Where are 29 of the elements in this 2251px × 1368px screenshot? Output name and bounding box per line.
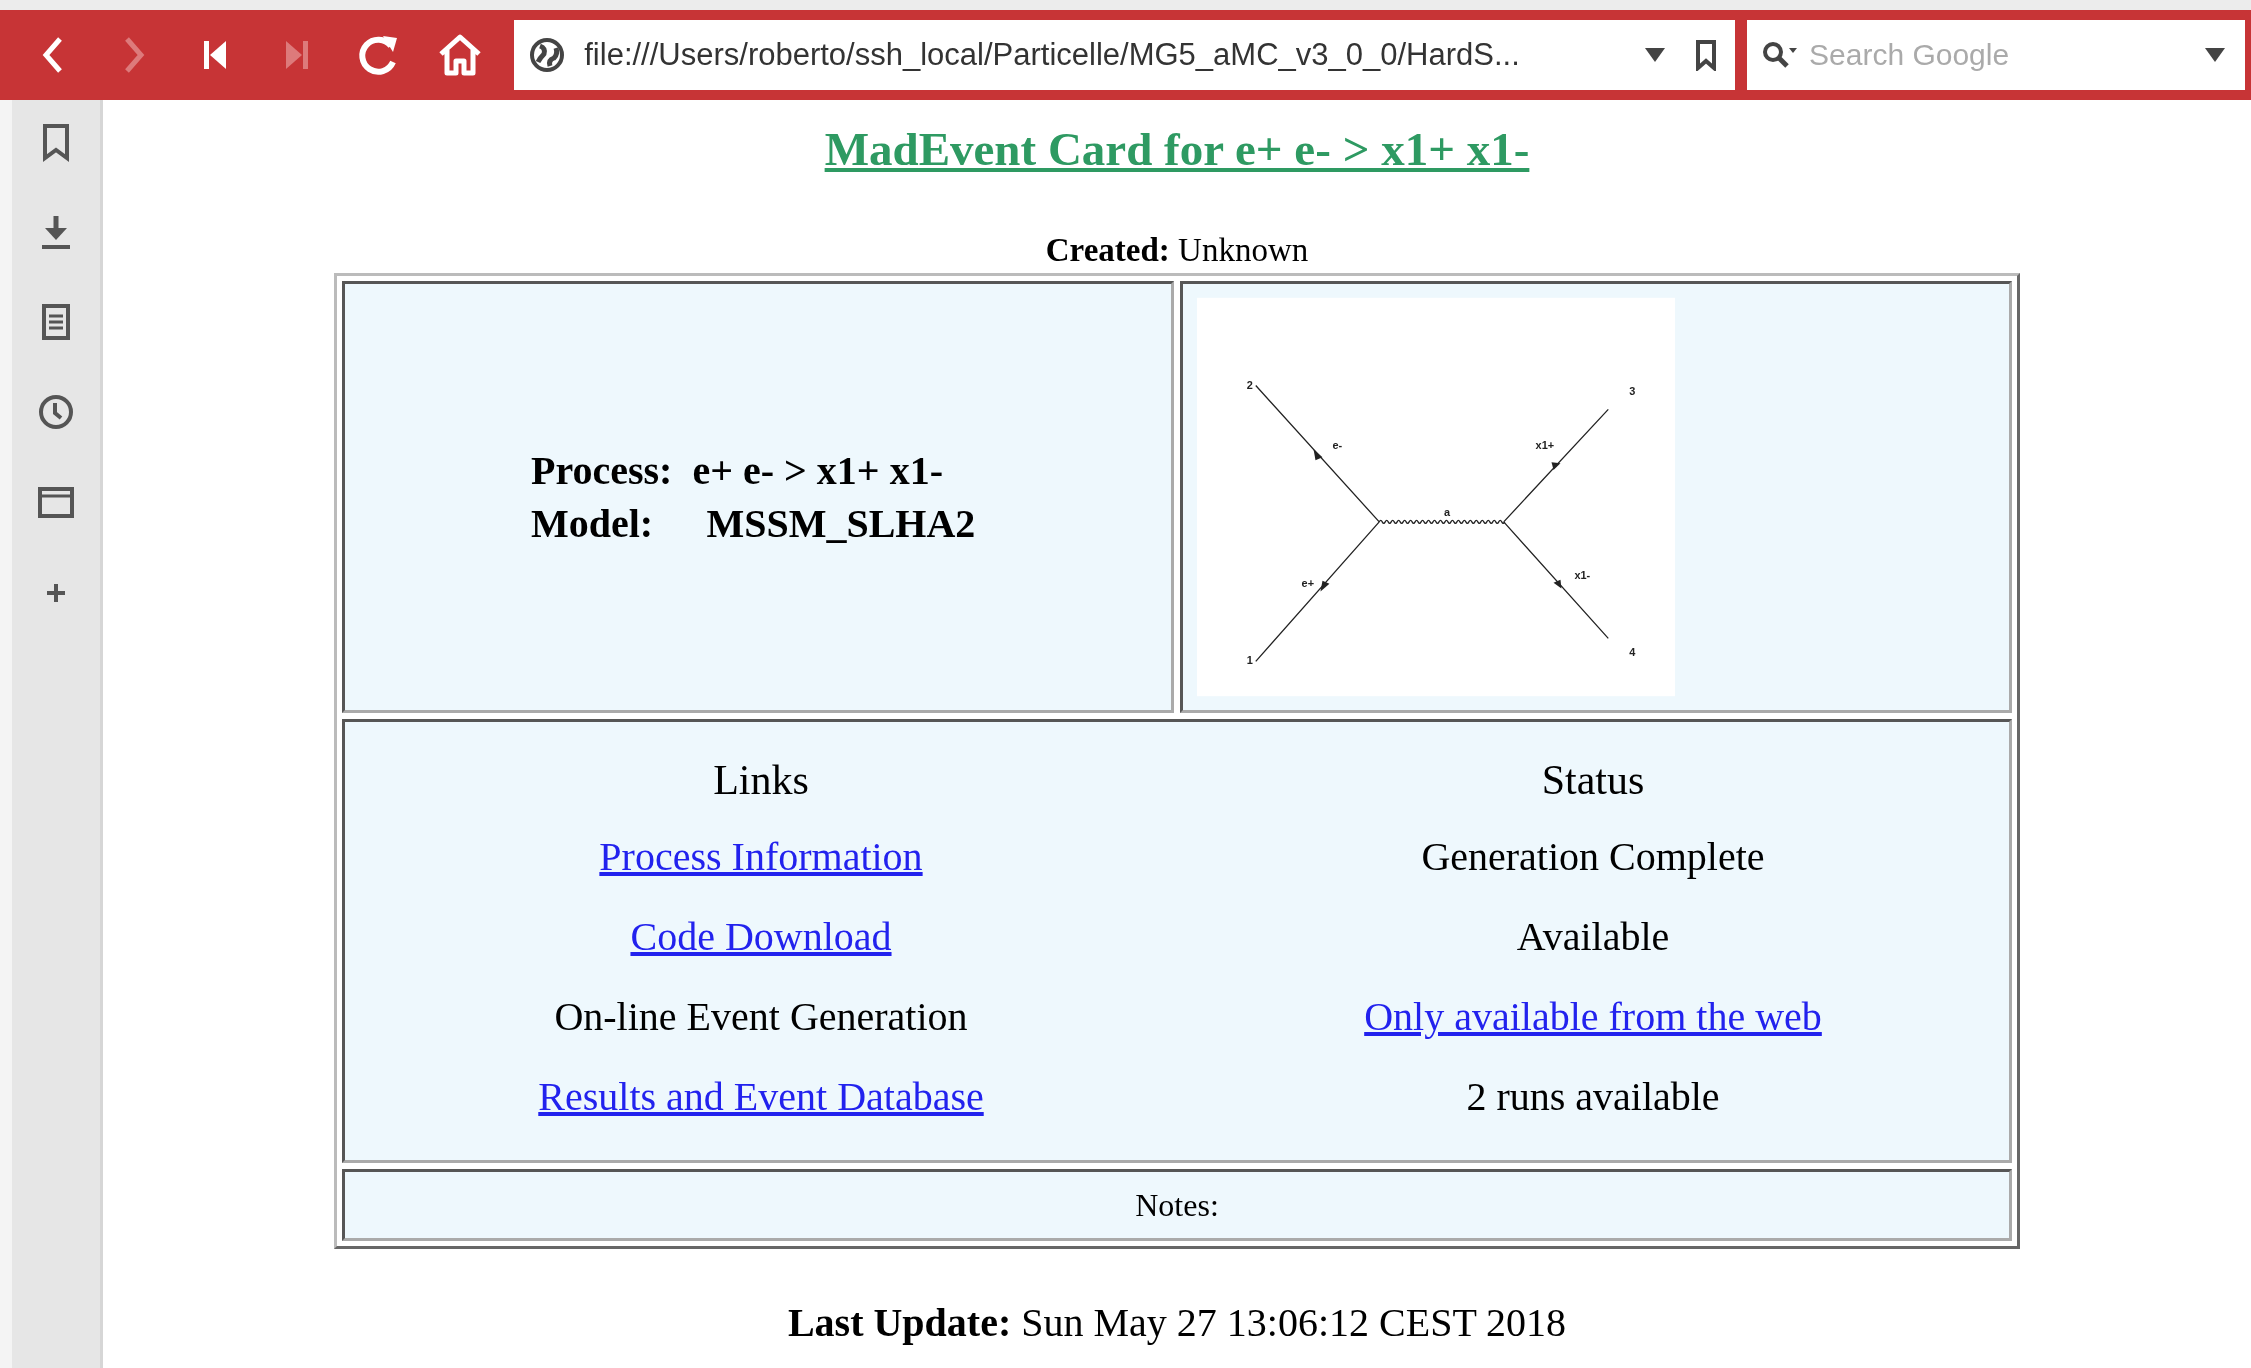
page-title-link[interactable]: MadEvent Card for e+ e- > x1+ x1- (824, 122, 1530, 176)
process-value: e+ e- > x1+ x1- (692, 447, 944, 494)
status-text: Generation Complete (1421, 833, 1765, 881)
clock-icon[interactable] (36, 392, 76, 432)
last-update-text: Last Update: Sun May 27 13:06:12 CEST 2018 (787, 1299, 1567, 1346)
search-input[interactable]: Search Google (1807, 37, 2198, 73)
links-heading: Links (713, 756, 809, 804)
page-link[interactable]: Code Download (630, 910, 892, 964)
status-text: 2 runs available (1466, 1073, 1720, 1121)
status-heading: Status (1541, 756, 1645, 804)
address-bar[interactable]: file:///Users/roberto/ssh_local/Particelle/MG5_aMC_v3_0_0/HardS... (514, 20, 1736, 90)
model-label: Model: (531, 500, 655, 547)
globe-icon (528, 36, 567, 74)
bookmark-icon[interactable] (1695, 39, 1718, 71)
dropdown-icon[interactable] (2205, 48, 2226, 62)
link-text: On-line Event Generation (554, 993, 968, 1041)
feynman-diagram-drawing: 2 e- e+ 1 a x1+ 3 x1- 4 (1197, 297, 1675, 697)
notes-label: Notes: (1135, 1186, 1219, 1224)
status-text: Available (1516, 913, 1670, 961)
page-link[interactable]: Results and Event Database (538, 1070, 984, 1124)
created-text: Created: Unknown (1045, 232, 1309, 269)
dropdown-icon[interactable] (1645, 48, 1666, 62)
search-field[interactable]: Search Google (1747, 20, 2246, 90)
search-icon (1761, 40, 1800, 70)
process-label: Process: (531, 447, 673, 494)
page-link[interactable]: Process Information (599, 830, 923, 884)
url-text: file:///Users/roberto/ssh_local/Particelle/MG5_aMC_v3_0_0/HardS... (584, 37, 1521, 73)
status-link[interactable]: Only available from the web (1364, 990, 1822, 1044)
model-value: MSSM_SLHA2 (705, 500, 976, 547)
